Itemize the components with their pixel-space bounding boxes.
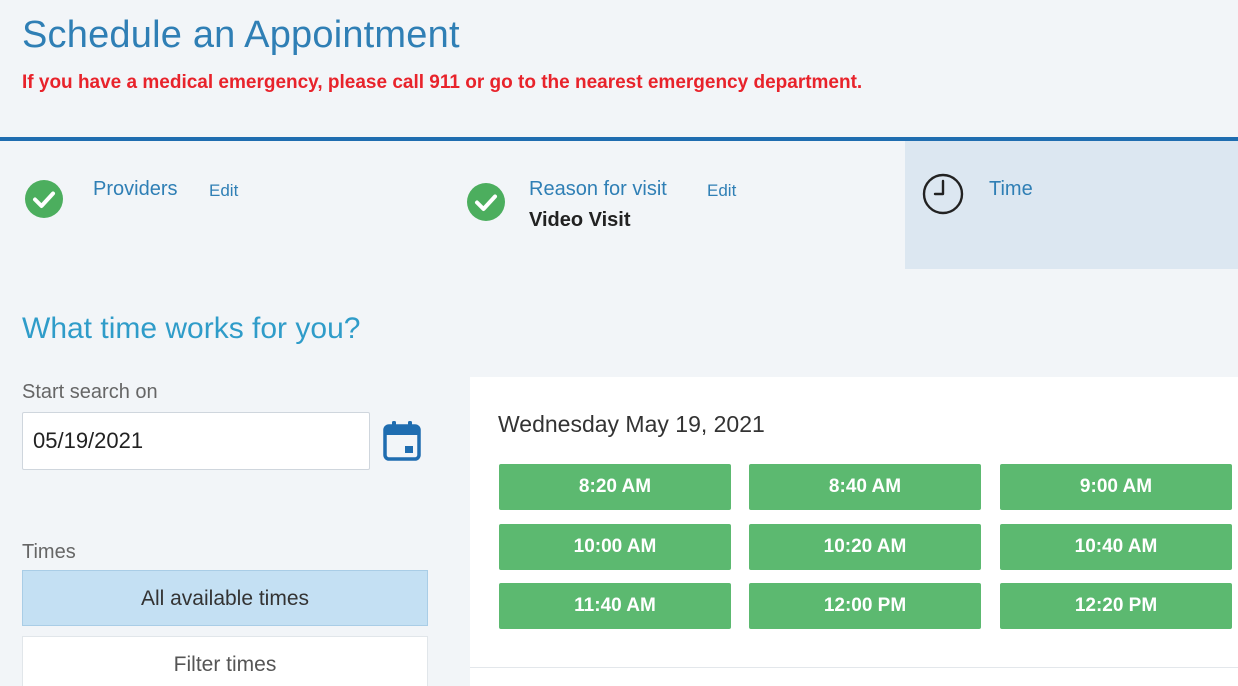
time-slot-button[interactable]: 10:20 AM [749,524,981,570]
times-label: Times [22,541,76,563]
step-providers: Providers Edit [0,141,450,269]
page-title: Schedule an Appointment [22,14,460,56]
time-slot-button[interactable]: 9:00 AM [1000,464,1232,510]
edit-providers-link[interactable]: Edit [209,181,238,201]
time-slot-button[interactable]: 12:00 PM [749,583,981,629]
edit-reason-link[interactable]: Edit [707,181,736,201]
progress-steps: Providers Edit Reason for visit Edit Vid… [0,141,1238,269]
step-label-reason: Reason for visit [529,178,667,200]
time-slot-button[interactable]: 12:20 PM [1000,583,1232,629]
start-search-label: Start search on [22,381,158,403]
time-slot-button[interactable]: 8:20 AM [499,464,731,510]
time-slot-button[interactable]: 10:00 AM [499,524,731,570]
availability-panel: Wednesday May 19, 2021 8:20 AM 8:40 AM 9… [470,377,1238,686]
time-slot-button[interactable]: 8:40 AM [749,464,981,510]
all-times-button[interactable]: All available times [22,570,428,626]
time-slot-button[interactable]: 11:40 AM [499,583,731,629]
step-reason: Reason for visit Edit Video Visit [450,141,905,269]
availability-day-heading: Wednesday May 19, 2021 [498,411,765,437]
step-label-time: Time [989,178,1033,200]
time-question-heading: What time works for you? [22,312,361,345]
emergency-notice: If you have a medical emergency, please … [22,72,863,93]
step-time: Time [905,141,1238,269]
check-circle-icon [467,183,505,221]
start-date-input[interactable] [22,412,370,470]
panel-divider [470,667,1238,668]
clock-icon [922,173,964,215]
time-slot-button[interactable]: 10:40 AM [1000,524,1232,570]
calendar-icon[interactable] [382,420,422,462]
check-circle-icon [25,180,63,218]
step-value-reason: Video Visit [529,209,631,231]
step-label-providers: Providers [93,178,178,200]
page-header: Schedule an Appointment If you have a me… [0,0,1238,138]
filter-times-button[interactable]: Filter times [22,636,428,686]
